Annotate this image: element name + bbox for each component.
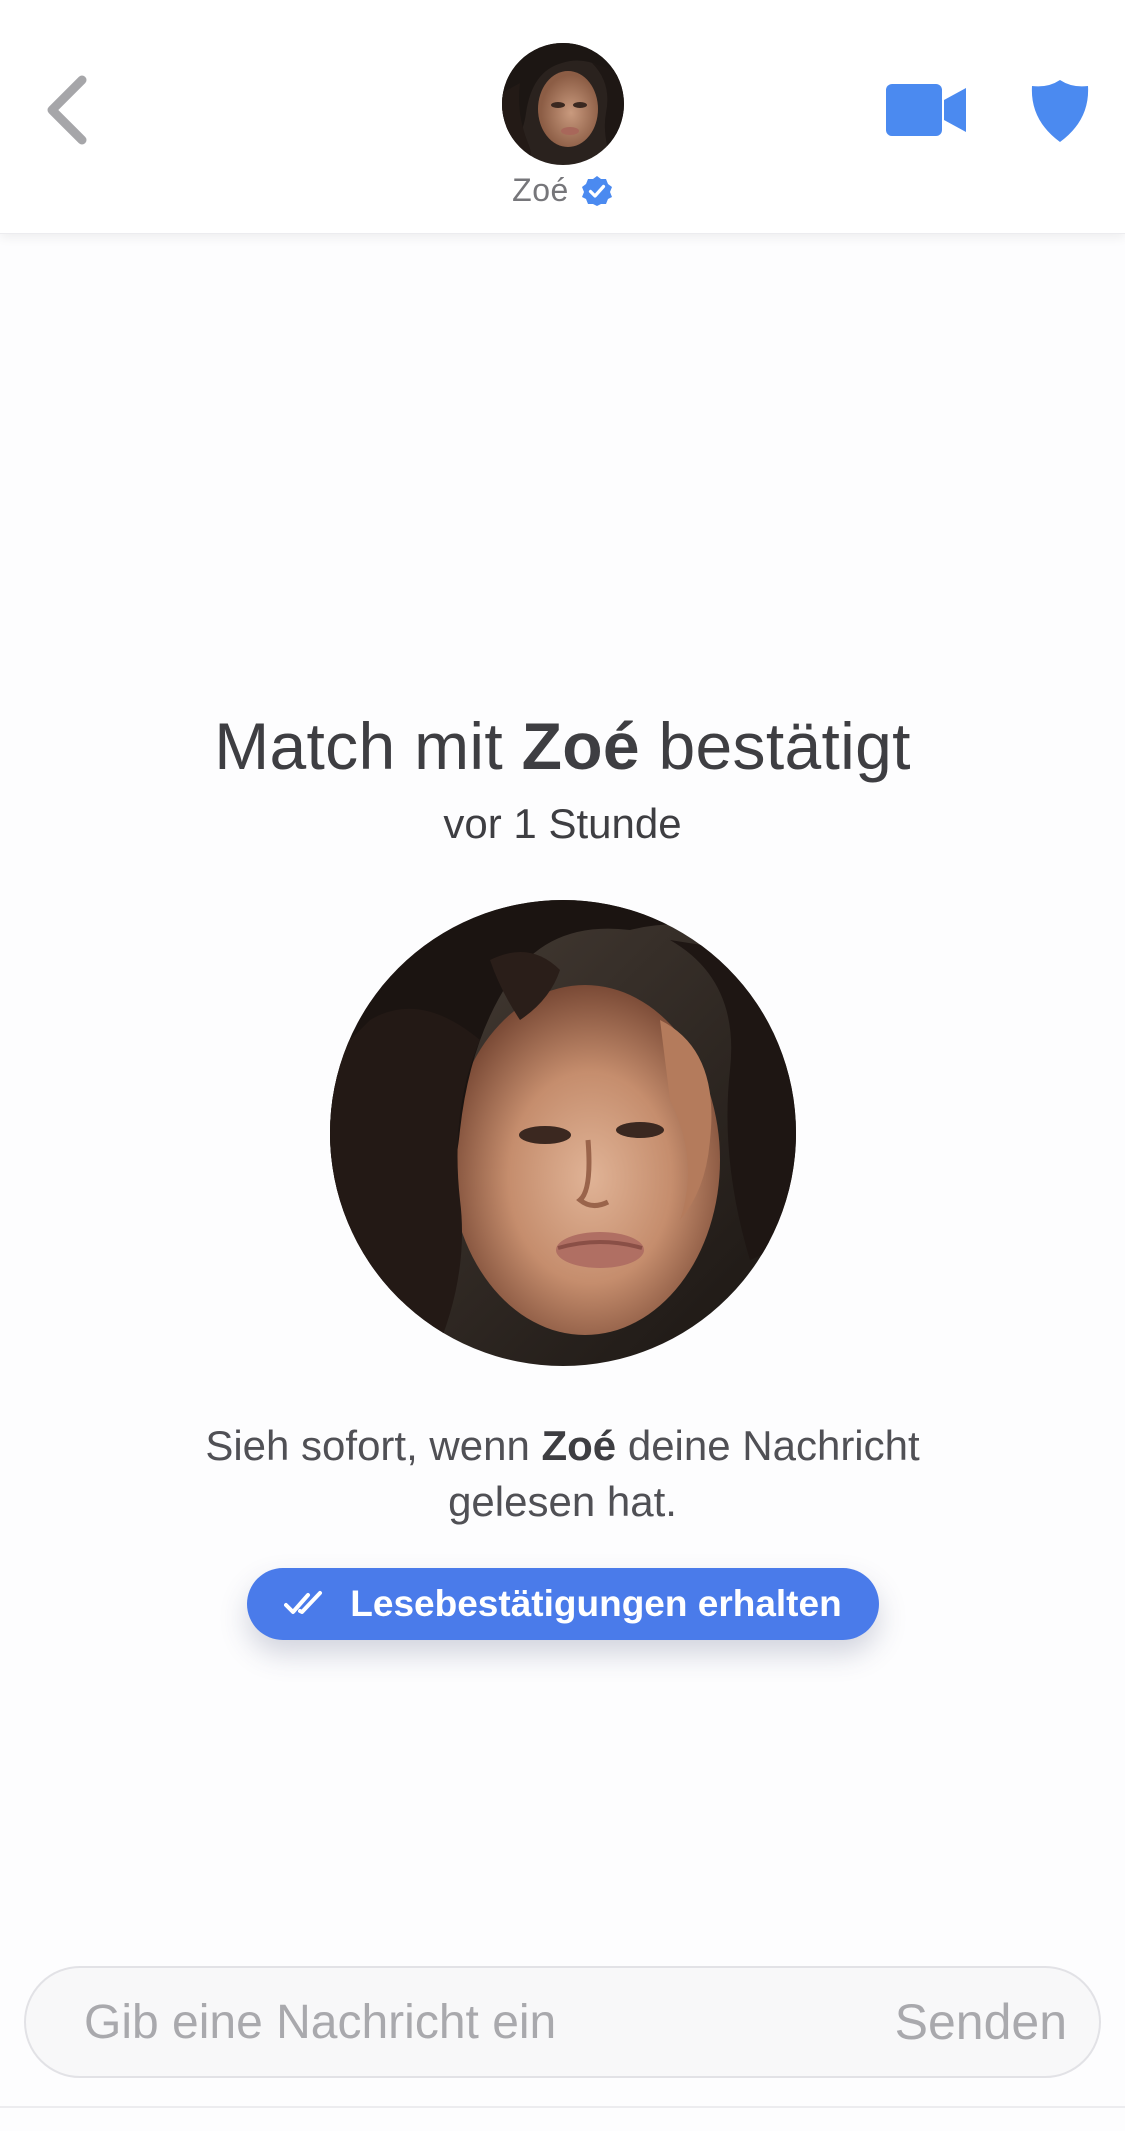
chat-screen: Zoé Match mit Zoé bestätigt vor 1 Stunde — [0, 0, 1125, 2131]
header-avatar[interactable] — [502, 43, 624, 165]
message-input[interactable] — [84, 1968, 844, 2076]
read-receipts-description: Sieh sofort, wenn Zoé deine Nachricht ge… — [140, 1418, 985, 1530]
match-title-suffix: bestätigt — [639, 709, 911, 783]
profile-photo-image — [330, 900, 796, 1366]
video-camera-icon — [886, 84, 966, 136]
description-name: Zoé — [541, 1422, 617, 1469]
header-name-row: Zoé — [0, 172, 1125, 209]
get-read-receipts-button[interactable]: Lesebestätigungen erhalten — [247, 1568, 879, 1640]
match-profile-photo[interactable] — [330, 900, 796, 1366]
shield-icon — [1031, 80, 1089, 142]
send-button[interactable]: Senden — [895, 1968, 1067, 2076]
double-check-icon — [284, 1591, 323, 1614]
match-name: Zoé — [512, 172, 569, 208]
avatar-photo — [502, 43, 624, 165]
bottom-divider — [0, 2106, 1125, 2108]
back-button[interactable] — [36, 70, 96, 150]
video-call-button[interactable] — [884, 82, 970, 138]
chevron-left-icon — [47, 75, 87, 145]
safety-button[interactable] — [1028, 76, 1092, 146]
match-title: Match mit Zoé bestätigt — [0, 708, 1125, 784]
description-prefix: Sieh sofort, wenn — [205, 1422, 542, 1469]
chat-header: Zoé — [0, 0, 1125, 234]
match-title-prefix: Match mit — [214, 709, 522, 783]
message-composer: Senden — [24, 1966, 1101, 2078]
match-title-name: Zoé — [521, 709, 640, 783]
match-timestamp: vor 1 Stunde — [443, 800, 682, 847]
get-read-receipts-label: Lesebestätigungen erhalten — [350, 1583, 842, 1624]
verified-badge-icon — [581, 175, 612, 206]
